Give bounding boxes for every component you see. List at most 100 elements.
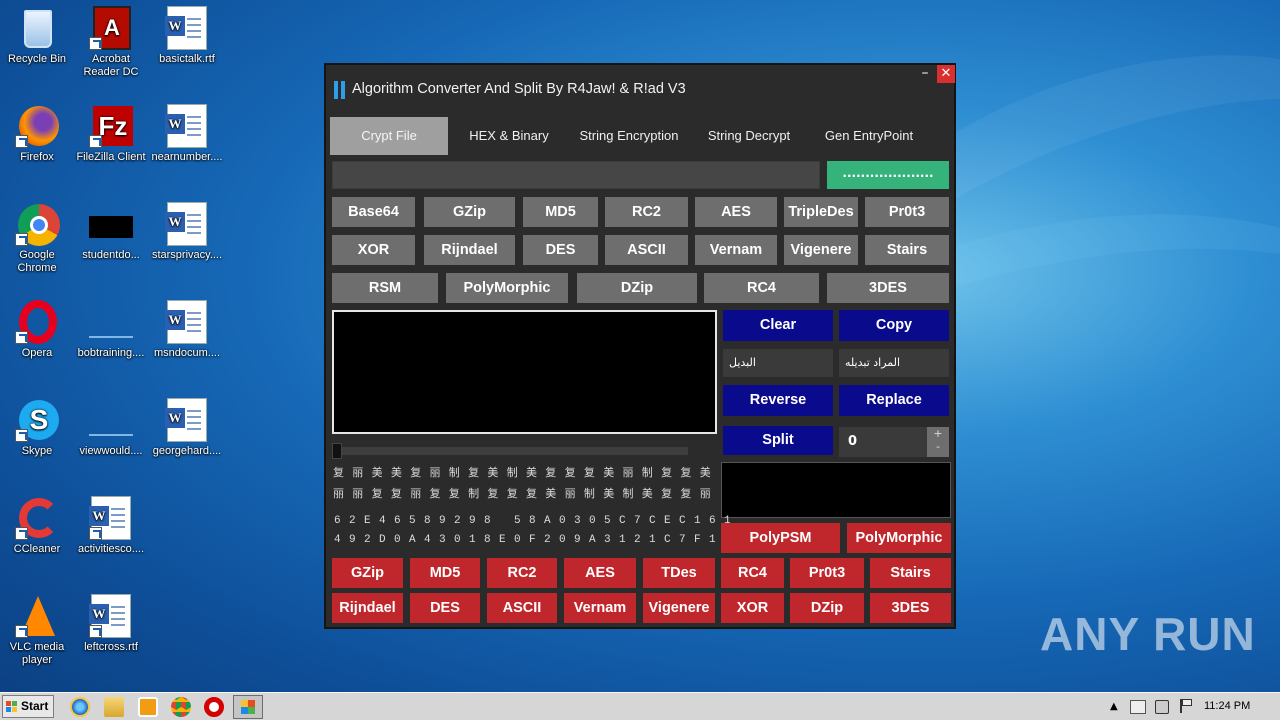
polymorphic-button[interactable]: PolyMorphic — [446, 273, 568, 303]
desktop-icon[interactable]: Wbasictalk.rtf — [150, 6, 224, 66]
desktop-icon[interactable]: studentdo... — [74, 202, 148, 262]
ascii-button[interactable]: ASCII — [605, 235, 688, 265]
rsm-button[interactable]: RSM — [332, 273, 438, 303]
dzip-button[interactable]: DZip — [577, 273, 697, 303]
rijndael-button[interactable]: Rijndael — [424, 235, 515, 265]
vernam-red-button[interactable]: Vernam — [564, 593, 636, 623]
tab-crypt-file[interactable]: Crypt File — [330, 117, 448, 155]
stairs-button[interactable]: Stairs — [865, 235, 949, 265]
desktop-icon[interactable]: Wstarsprivacy.... — [150, 202, 224, 262]
xor-button[interactable]: XOR — [332, 235, 415, 265]
desktop-icon[interactable]: Wmsndocum.... — [150, 300, 224, 360]
gzip-red-button[interactable]: GZip — [332, 558, 403, 588]
internet-explorer-icon[interactable] — [70, 697, 90, 717]
desktop-icon[interactable]: Opera — [0, 300, 74, 360]
minimize-button[interactable]: – — [918, 66, 932, 83]
desktop-icon[interactable]: A Acrobat Reader DC — [74, 6, 148, 79]
des-red-button[interactable]: DES — [410, 593, 480, 623]
blank-file-icon — [89, 300, 133, 344]
3des-button[interactable]: 3DES — [827, 273, 949, 303]
rijndael-red-button[interactable]: Rijndael — [332, 593, 403, 623]
opera-icon[interactable] — [204, 697, 224, 717]
desktop-icon[interactable]: Google Chrome — [0, 202, 74, 275]
split-count-input[interactable]: 0 — [839, 427, 927, 457]
rc2-button[interactable]: RC2 — [605, 197, 688, 227]
black-file-icon — [89, 202, 133, 246]
replace-target-field[interactable]: المراد تبديله — [839, 349, 949, 377]
progress-track[interactable] — [332, 443, 688, 459]
desktop-icon[interactable]: Wleftcross.rtf — [74, 594, 148, 654]
desktop-icon[interactable]: Recycle Bin — [0, 6, 74, 66]
tab-string-decrypt[interactable]: String Decrypt — [690, 117, 808, 155]
desktop-icon[interactable]: VLC media player — [0, 594, 74, 667]
desktop-icon[interactable]: bobtraining.... — [74, 300, 148, 360]
desktop-icon[interactable]: Wactivitiesco.... — [74, 496, 148, 556]
output-textarea[interactable] — [332, 310, 717, 434]
ascii-red-button[interactable]: ASCII — [487, 593, 557, 623]
aes-red-button[interactable]: AES — [564, 558, 636, 588]
clear-button[interactable]: Clear — [723, 310, 833, 341]
md5-button[interactable]: MD5 — [523, 197, 598, 227]
tab-hex-binary[interactable]: HEX & Binary — [450, 117, 568, 155]
stairs-red-button[interactable]: Stairs — [870, 558, 951, 588]
desktop-icon[interactable]: Wnearnumber.... — [150, 104, 224, 164]
aes-button[interactable]: AES — [695, 197, 777, 227]
vigenere-button[interactable]: Vigenere — [784, 235, 858, 265]
vernam-button[interactable]: Vernam — [695, 235, 777, 265]
volume-icon[interactable] — [1155, 700, 1169, 714]
anyrun-watermark: ANY RUN — [1040, 608, 1256, 660]
des-button[interactable]: DES — [523, 235, 598, 265]
tdes-red-button[interactable]: TDes — [643, 558, 715, 588]
desktop-icon[interactable]: Wgeorgehard.... — [150, 398, 224, 458]
shortcut-arrow-icon — [15, 625, 28, 638]
polypsm-button[interactable]: PolyPSM — [721, 523, 840, 553]
desktop-icon[interactable]: Firefox — [0, 104, 74, 164]
pr0t3-button[interactable]: Pr0t3 — [865, 197, 949, 227]
start-button[interactable]: Start — [2, 695, 54, 718]
recycle-bin-icon — [15, 6, 59, 50]
title-bar[interactable]: Algorithm Converter And Split By R4Jaw! … — [326, 65, 955, 115]
replace-button[interactable]: Replace — [839, 385, 949, 416]
desktop-icon[interactable]: CCleaner — [0, 496, 74, 556]
explorer-icon[interactable] — [104, 697, 124, 717]
split-button[interactable]: Split — [723, 426, 833, 455]
app-taskbar-button[interactable] — [233, 695, 263, 719]
progress-knob[interactable] — [332, 443, 342, 459]
desktop-icon[interactable]: S Skype — [0, 398, 74, 458]
replace-with-field[interactable]: البديل — [723, 349, 833, 377]
3des-red-button[interactable]: 3DES — [870, 593, 951, 623]
md5-red-button[interactable]: MD5 — [410, 558, 480, 588]
tripledes-button[interactable]: TripleDes — [784, 197, 858, 227]
base64-button[interactable]: Base64 — [332, 197, 415, 227]
tab-gen-entrypoint[interactable]: Gen EntryPoint — [810, 117, 928, 155]
polymorphic-red-button[interactable]: PolyMorphic — [847, 523, 951, 553]
vigenere-red-button[interactable]: Vigenere — [643, 593, 715, 623]
copy-button[interactable]: Copy — [839, 310, 949, 341]
show-hidden-icons-icon[interactable]: ▲ — [1110, 701, 1118, 712]
browse-button[interactable]: .................... — [827, 161, 949, 189]
pr0t3-red-button[interactable]: Pr0t3 — [790, 558, 864, 588]
action-center-flag-icon[interactable] — [1180, 699, 1192, 713]
desktop-icon[interactable]: Fz FileZilla Client — [74, 104, 148, 164]
reverse-button[interactable]: Reverse — [723, 385, 833, 416]
split-count-stepper[interactable]: + - — [927, 427, 949, 457]
shortcut-arrow-icon — [89, 135, 102, 148]
network-icon[interactable] — [1130, 700, 1146, 714]
chrome-icon[interactable] — [171, 697, 191, 717]
desktop-icon[interactable]: viewwould.... — [74, 398, 148, 458]
stepper-down-icon[interactable]: - — [927, 440, 949, 453]
file-path-input[interactable] — [332, 161, 820, 189]
media-player-icon[interactable] — [138, 697, 158, 717]
tab-string-encryption[interactable]: String Encryption — [570, 117, 688, 155]
clock[interactable]: 11:24 PM — [1204, 700, 1250, 712]
rc4-button[interactable]: RC4 — [704, 273, 819, 303]
stepper-up-icon[interactable]: + — [927, 427, 949, 440]
desktop-icon-label: VLC media player — [9, 641, 65, 666]
gzip-button[interactable]: GZip — [424, 197, 515, 227]
rc2-red-button[interactable]: RC2 — [487, 558, 557, 588]
dzip-red-button[interactable]: DZip — [790, 593, 864, 623]
xor-red-button[interactable]: XOR — [721, 593, 784, 623]
rc4-red-button[interactable]: RC4 — [721, 558, 784, 588]
close-button[interactable]: ✕ — [937, 65, 955, 83]
desktop-icon-label: leftcross.rtf — [84, 641, 138, 653]
